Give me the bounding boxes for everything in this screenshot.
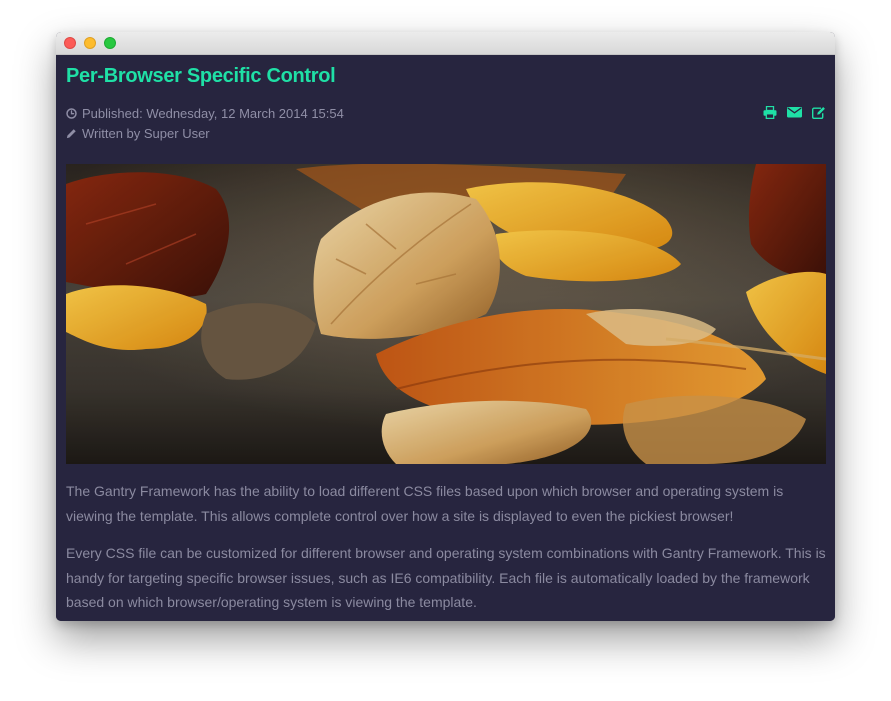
article-paragraph: Every CSS file can be customized for dif… bbox=[66, 545, 826, 610]
print-icon[interactable] bbox=[763, 106, 777, 119]
published-text: Published: Wednesday, 12 March 2014 15:5… bbox=[82, 106, 344, 121]
published-date: Published: Wednesday, 12 March 2014 15:5… bbox=[66, 106, 344, 121]
article-image bbox=[66, 164, 826, 464]
pencil-icon bbox=[66, 129, 76, 139]
article-paragraph: The Gantry Framework has the ability to … bbox=[66, 483, 784, 524]
autumn-leaves-image bbox=[66, 164, 826, 464]
article-title: Per-Browser Specific Control bbox=[66, 65, 336, 87]
maximize-window-button[interactable] bbox=[104, 37, 116, 49]
close-window-button[interactable] bbox=[64, 37, 76, 49]
email-icon[interactable] bbox=[787, 106, 802, 118]
author-line: Written by Super User bbox=[66, 126, 210, 141]
edit-icon[interactable] bbox=[812, 106, 826, 119]
clock-icon bbox=[66, 108, 77, 119]
article-actions bbox=[763, 106, 826, 119]
minimize-window-button[interactable] bbox=[84, 37, 96, 49]
browser-window: Per-Browser Specific Control Published: … bbox=[56, 32, 835, 621]
window-titlebar bbox=[56, 32, 835, 55]
article: Per-Browser Specific Control Published: … bbox=[56, 55, 835, 621]
author-text: Written by Super User bbox=[82, 126, 210, 141]
